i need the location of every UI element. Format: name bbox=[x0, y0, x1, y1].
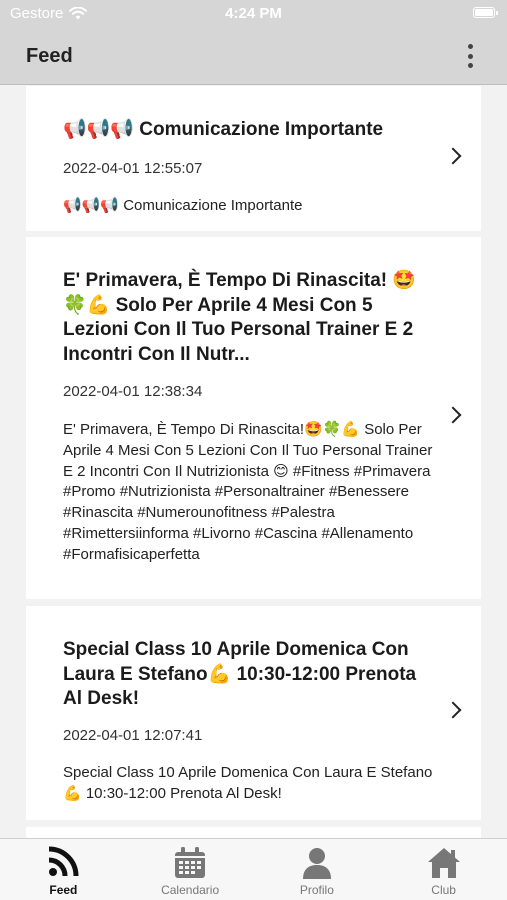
tab-label: Calendario bbox=[161, 883, 220, 897]
tab-label: Profilo bbox=[299, 883, 334, 897]
feed-list[interactable]: 📢📢📢 Comunicazione Importante 2022-04-01 … bbox=[0, 86, 507, 838]
chevron-right-icon bbox=[444, 701, 462, 719]
status-time: 4:24 PM bbox=[225, 5, 282, 22]
tab-calendario[interactable]: Calendario bbox=[127, 839, 254, 900]
battery-icon bbox=[473, 7, 498, 18]
home-icon bbox=[427, 848, 460, 878]
feed-card[interactable]: Special Class 10 Aprile Domenica Con Lau… bbox=[26, 606, 481, 820]
page-title: Feed bbox=[26, 45, 73, 67]
chevron-right-icon bbox=[444, 147, 462, 165]
card-body: 📢📢📢 Comunicazione Importante bbox=[63, 197, 303, 214]
tab-bar: Feed Calendario Profilo Club bbox=[0, 838, 507, 900]
card-date: 2022-04-01 12:55:07 bbox=[63, 160, 203, 177]
card-title: 📢📢📢 Comunicazione Importante bbox=[63, 119, 384, 140]
app-header: Feed bbox=[0, 28, 507, 85]
feed-card[interactable]: E' Primavera, È Tempo Di Rinascita! 🤩🍀💪 … bbox=[26, 237, 481, 599]
card-title: E' Primavera, È Tempo Di Rinascita! 🤩🍀💪 … bbox=[63, 270, 417, 365]
chevron-right-icon bbox=[444, 406, 462, 424]
feed-card[interactable]: 📢📢📢 Comunicazione Importante 2022-04-01 … bbox=[26, 86, 481, 231]
card-body: Special Class 10 Aprile Domenica Con Lau… bbox=[63, 764, 433, 802]
tab-label: Feed bbox=[49, 883, 78, 897]
tab-club[interactable]: Club bbox=[380, 839, 507, 900]
user-icon bbox=[302, 848, 331, 879]
feed-card[interactable] bbox=[26, 827, 481, 838]
card-date: 2022-04-01 12:07:41 bbox=[63, 727, 203, 744]
card-title: Special Class 10 Aprile Domenica Con Lau… bbox=[63, 639, 417, 709]
card-body: E' Primavera, È Tempo Di Rinascita!🤩🍀💪 S… bbox=[63, 421, 433, 563]
calendar-icon bbox=[175, 847, 206, 878]
tab-label: Club bbox=[431, 883, 456, 897]
rss-icon bbox=[49, 846, 79, 877]
tab-feed[interactable]: Feed bbox=[0, 839, 127, 900]
more-options-icon[interactable] bbox=[463, 42, 477, 70]
card-date: 2022-04-01 12:38:34 bbox=[63, 383, 203, 400]
tab-profilo[interactable]: Profilo bbox=[254, 839, 381, 900]
status-bar: Gestore 4:24 PM bbox=[0, 0, 507, 28]
